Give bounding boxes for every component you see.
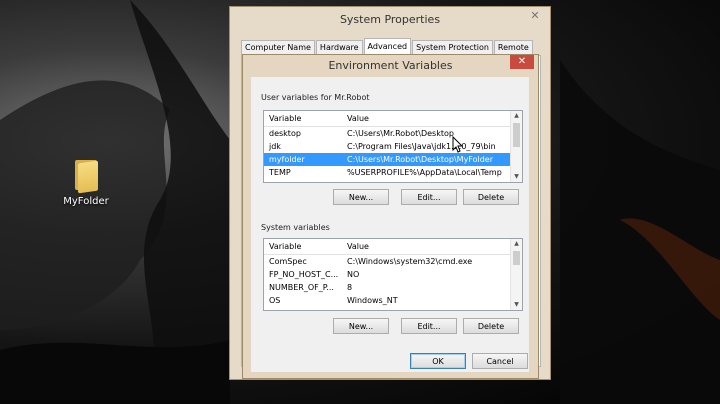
variable-value: %USERPROFILE%\AppData\Local\Temp [347, 168, 502, 177]
table-row[interactable]: TEMP %USERPROFILE%\AppData\Local\Temp [264, 166, 522, 179]
list-header: Variable Value [264, 111, 522, 127]
scroll-up-icon[interactable]: ▲ [511, 111, 522, 121]
variable-value: 8 [347, 283, 353, 292]
variable-name: FP_NO_HOST_C... [269, 270, 339, 279]
table-row[interactable]: ComSpec C:\Windows\system32\cmd.exe [264, 255, 522, 268]
variable-name: TEMP [269, 168, 291, 177]
ok-button[interactable]: OK [410, 353, 466, 369]
system-list-scrollbar[interactable]: ▲ ▼ [510, 239, 522, 310]
system-variables-list[interactable]: Variable Value ComSpec C:\Windows\system… [263, 238, 523, 311]
variable-value: C:\Program Files\Java\jdk1.7.0_79\bin [347, 142, 496, 151]
scroll-down-icon[interactable]: ▼ [511, 300, 522, 310]
variable-value: C:\Users\Mr.Robot\Desktop [347, 129, 454, 138]
desktop-folder-label: MyFolder [63, 196, 109, 207]
user-delete-button[interactable]: Delete [463, 189, 519, 205]
dialog-body: User variables for Mr.Robot Variable Val… [251, 77, 529, 372]
tab-computer-name[interactable]: Computer Name [241, 40, 315, 55]
variable-name: desktop [269, 129, 301, 138]
column-header-value[interactable]: Value [345, 111, 522, 126]
folder-icon [72, 158, 100, 194]
column-header-value[interactable]: Value [345, 239, 522, 254]
scroll-thumb[interactable] [513, 251, 520, 265]
variable-name: OS [269, 296, 281, 305]
variable-value: NO [347, 270, 360, 279]
dialog-title: Environment Variables [328, 59, 453, 72]
column-header-variable[interactable]: Variable [264, 111, 345, 126]
table-row[interactable]: NUMBER_OF_P... 8 [264, 281, 522, 294]
tab-bar: Computer Name Hardware Advanced System P… [241, 38, 534, 55]
cancel-button[interactable]: Cancel [472, 353, 528, 369]
table-row[interactable]: desktop C:\Users\Mr.Robot\Desktop [264, 127, 522, 140]
column-header-variable[interactable]: Variable [264, 239, 345, 254]
desktop-folder-myfolder[interactable]: MyFolder [58, 158, 114, 207]
system-variables-label: System variables [261, 223, 330, 232]
scroll-thumb[interactable] [513, 123, 520, 147]
table-row[interactable]: OS Windows_NT [264, 294, 522, 307]
user-new-button[interactable]: New... [333, 189, 389, 205]
system-delete-button[interactable]: Delete [463, 318, 519, 334]
list-header: Variable Value [264, 239, 522, 255]
table-row-selected[interactable]: myfolder C:\Users\Mr.Robot\Desktop\MyFol… [264, 153, 522, 166]
table-row[interactable]: FP_NO_HOST_C... NO [264, 268, 522, 281]
variable-value: Windows_NT [347, 296, 398, 305]
tab-advanced[interactable]: Advanced [363, 38, 412, 55]
variable-name: NUMBER_OF_P... [269, 283, 334, 292]
variable-name: myfolder [269, 155, 305, 164]
variable-name: jdk [269, 142, 281, 151]
user-list-scrollbar[interactable]: ▲ ▼ [510, 111, 522, 182]
variable-value: C:\Users\Mr.Robot\Desktop\MyFolder [347, 155, 494, 164]
user-variables-label: User variables for Mr.Robot [261, 93, 370, 102]
system-new-button[interactable]: New... [333, 318, 389, 334]
close-button[interactable]: ✕ [510, 55, 534, 69]
variable-name: ComSpec [269, 257, 307, 266]
close-icon[interactable]: ✕ [525, 10, 545, 22]
system-edit-button[interactable]: Edit... [401, 318, 457, 334]
mouse-cursor-icon [452, 136, 464, 153]
scroll-up-icon[interactable]: ▲ [511, 239, 522, 249]
tab-remote[interactable]: Remote [493, 40, 533, 55]
tab-hardware[interactable]: Hardware [315, 40, 363, 55]
user-variables-list[interactable]: Variable Value desktop C:\Users\Mr.Robot… [263, 110, 523, 183]
window-title: System Properties [339, 13, 441, 26]
scroll-down-icon[interactable]: ▼ [511, 172, 522, 182]
tab-system-protection[interactable]: System Protection [412, 40, 493, 55]
user-edit-button[interactable]: Edit... [401, 189, 457, 205]
variable-value: C:\Windows\system32\cmd.exe [347, 257, 473, 266]
environment-variables-dialog: Environment Variables ✕ User variables f… [242, 54, 539, 379]
table-row[interactable]: jdk C:\Program Files\Java\jdk1.7.0_79\bi… [264, 140, 522, 153]
